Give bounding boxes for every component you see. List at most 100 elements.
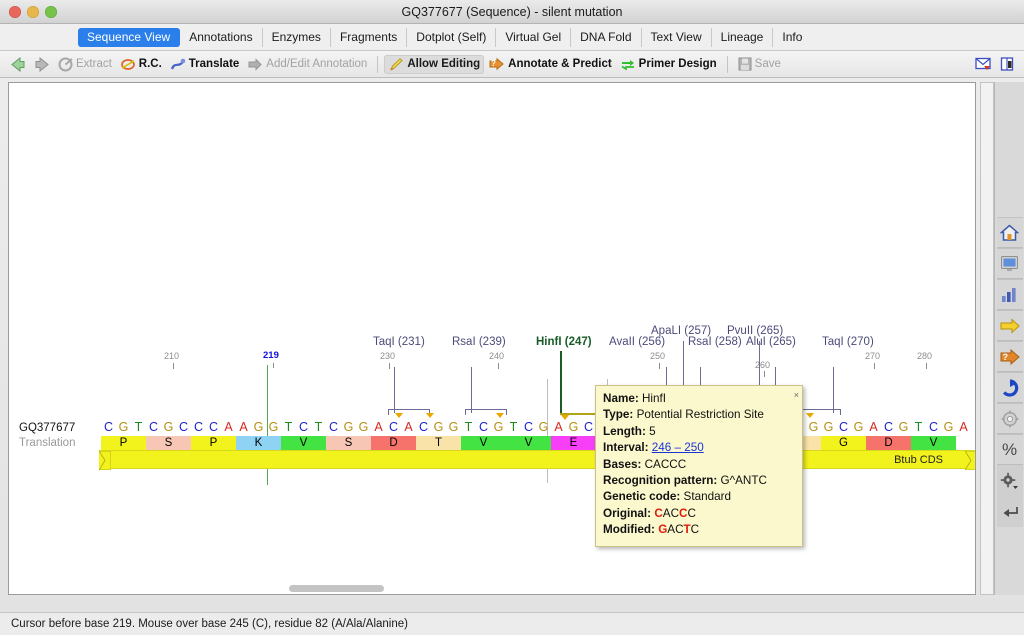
add-edit-annotation-button[interactable]: Add/Edit Annotation: [243, 55, 371, 74]
amino-acid-residue[interactable]: P: [101, 436, 146, 451]
dna-base[interactable]: G: [806, 420, 821, 434]
enzyme-label-alui-265[interactable]: AluI (265): [746, 336, 796, 348]
dna-base[interactable]: G: [566, 420, 581, 434]
amino-acid-residue[interactable]: D: [371, 436, 416, 451]
sidebar-item-refresh[interactable]: [996, 372, 1023, 403]
dna-base[interactable]: G: [941, 420, 956, 434]
dna-base[interactable]: A: [551, 420, 566, 434]
dna-base[interactable]: C: [206, 420, 221, 434]
tab-dotplot-self[interactable]: Dotplot (Self): [407, 27, 497, 47]
enzyme-label-taqi-270[interactable]: TaqI (270): [822, 336, 874, 348]
tab-text-view[interactable]: Text View: [642, 27, 712, 47]
translate-button[interactable]: Translate: [166, 55, 244, 74]
vertical-scrollbar[interactable]: [980, 82, 994, 595]
enzyme-label-taqi-231[interactable]: TaqI (231): [373, 336, 425, 348]
enzyme-label-hinfi-247[interactable]: HinfI (247): [536, 336, 592, 348]
dna-base[interactable]: G: [431, 420, 446, 434]
dna-base[interactable]: C: [881, 420, 896, 434]
sidebar-item-features[interactable]: [996, 310, 1023, 341]
dna-base[interactable]: A: [401, 420, 416, 434]
extract-button[interactable]: Extract: [54, 55, 116, 74]
save-button[interactable]: Save: [734, 55, 785, 73]
dna-base[interactable]: C: [416, 420, 431, 434]
tab-info[interactable]: Info: [773, 28, 811, 47]
close-icon[interactable]: ×: [794, 387, 799, 403]
dna-base[interactable]: C: [926, 420, 941, 434]
tab-virtual-gel[interactable]: Virtual Gel: [496, 27, 572, 47]
dna-base[interactable]: C: [476, 420, 491, 434]
dna-base[interactable]: G: [356, 420, 371, 434]
allow-editing-toggle[interactable]: Allow Editing: [384, 54, 485, 74]
dna-base[interactable]: C: [581, 420, 596, 434]
dna-base[interactable]: T: [506, 420, 521, 434]
amino-acid-residue[interactable]: V: [281, 436, 326, 451]
cds-feature-bar[interactable]: Btub CDS: [99, 450, 975, 470]
minimize-window-button[interactable]: [27, 6, 39, 18]
dna-base[interactable]: C: [836, 420, 851, 434]
dna-base[interactable]: C: [101, 420, 116, 434]
enzyme-label-rsai-239[interactable]: RsaI (239): [452, 336, 506, 348]
forward-button[interactable]: [30, 55, 54, 74]
dna-base[interactable]: A: [236, 420, 251, 434]
dna-base[interactable]: C: [146, 420, 161, 434]
amino-acid-residue[interactable]: G: [821, 436, 866, 451]
horizontal-scrollbar-thumb[interactable]: [289, 585, 384, 592]
dna-base[interactable]: G: [896, 420, 911, 434]
amino-acid-residue[interactable]: T: [416, 436, 461, 451]
dna-base[interactable]: G: [251, 420, 266, 434]
dna-base[interactable]: G: [161, 420, 176, 434]
dna-base[interactable]: A: [956, 420, 971, 434]
tab-dna-fold[interactable]: DNA Fold: [571, 27, 642, 47]
horizontal-scrollbar[interactable]: [9, 582, 975, 594]
dna-base[interactable]: G: [341, 420, 356, 434]
dna-base[interactable]: G: [851, 420, 866, 434]
sidebar-item-enzymes[interactable]: [996, 403, 1023, 434]
dna-base[interactable]: G: [491, 420, 506, 434]
tooltip-value-interval-link[interactable]: 246 – 250: [652, 441, 704, 454]
tab-fragments[interactable]: Fragments: [331, 27, 408, 47]
tab-lineage[interactable]: Lineage: [712, 27, 774, 47]
reverse-complement-button[interactable]: R.C.: [116, 55, 166, 74]
amino-acid-residue[interactable]: K: [236, 436, 281, 451]
dna-base[interactable]: C: [326, 420, 341, 434]
email-button[interactable]: [971, 55, 996, 73]
dna-base[interactable]: G: [116, 420, 131, 434]
notebook-button[interactable]: [996, 55, 1018, 73]
amino-acid-residue[interactable]: S: [146, 436, 191, 451]
amino-acid-residue[interactable]: V: [911, 436, 956, 451]
tab-sequence-view[interactable]: Sequence View: [78, 27, 181, 47]
dna-base[interactable]: C: [176, 420, 191, 434]
dna-base[interactable]: G: [536, 420, 551, 434]
annotate-and-predict-button[interactable]: ? Annotate & Predict: [484, 55, 616, 74]
dna-base[interactable]: T: [911, 420, 926, 434]
tab-enzymes[interactable]: Enzymes: [263, 27, 331, 47]
restriction-site-tooltip[interactable]: × Name: HinfI Type: Potential Restrictio…: [595, 385, 803, 547]
sidebar-item-predict[interactable]: ?: [996, 341, 1023, 372]
sequence-canvas[interactable]: 210 219 230 240 250 260 270 280 TaqI (23…: [8, 82, 976, 595]
enzyme-label-avaii-256[interactable]: AvaII (256): [609, 336, 665, 348]
tab-annotations[interactable]: Annotations: [180, 27, 263, 47]
dna-base[interactable]: G: [266, 420, 281, 434]
dna-base[interactable]: T: [311, 420, 326, 434]
sidebar-item-display[interactable]: [996, 248, 1023, 279]
dna-base[interactable]: C: [386, 420, 401, 434]
amino-acid-residue[interactable]: D: [866, 436, 911, 451]
sidebar-item-statistics[interactable]: [996, 279, 1023, 310]
dna-base[interactable]: T: [131, 420, 146, 434]
sidebar-item-gc-percent[interactable]: %: [996, 434, 1023, 465]
dna-base[interactable]: G: [821, 420, 836, 434]
sidebar-item-home[interactable]: [996, 217, 1023, 248]
sidebar-item-settings[interactable]: [996, 465, 1023, 496]
amino-acid-residue[interactable]: V: [506, 436, 551, 451]
enzyme-label-rsai-258[interactable]: RsaI (258): [688, 336, 742, 348]
dna-base[interactable]: A: [221, 420, 236, 434]
sidebar-item-collapse[interactable]: [996, 496, 1023, 527]
dna-base[interactable]: G: [446, 420, 461, 434]
dna-base[interactable]: C: [191, 420, 206, 434]
dna-base[interactable]: A: [371, 420, 386, 434]
dna-base[interactable]: C: [296, 420, 311, 434]
amino-acid-residue[interactable]: S: [326, 436, 371, 451]
back-button[interactable]: [6, 55, 30, 74]
zoom-window-button[interactable]: [45, 6, 57, 18]
amino-acid-residue[interactable]: P: [191, 436, 236, 451]
